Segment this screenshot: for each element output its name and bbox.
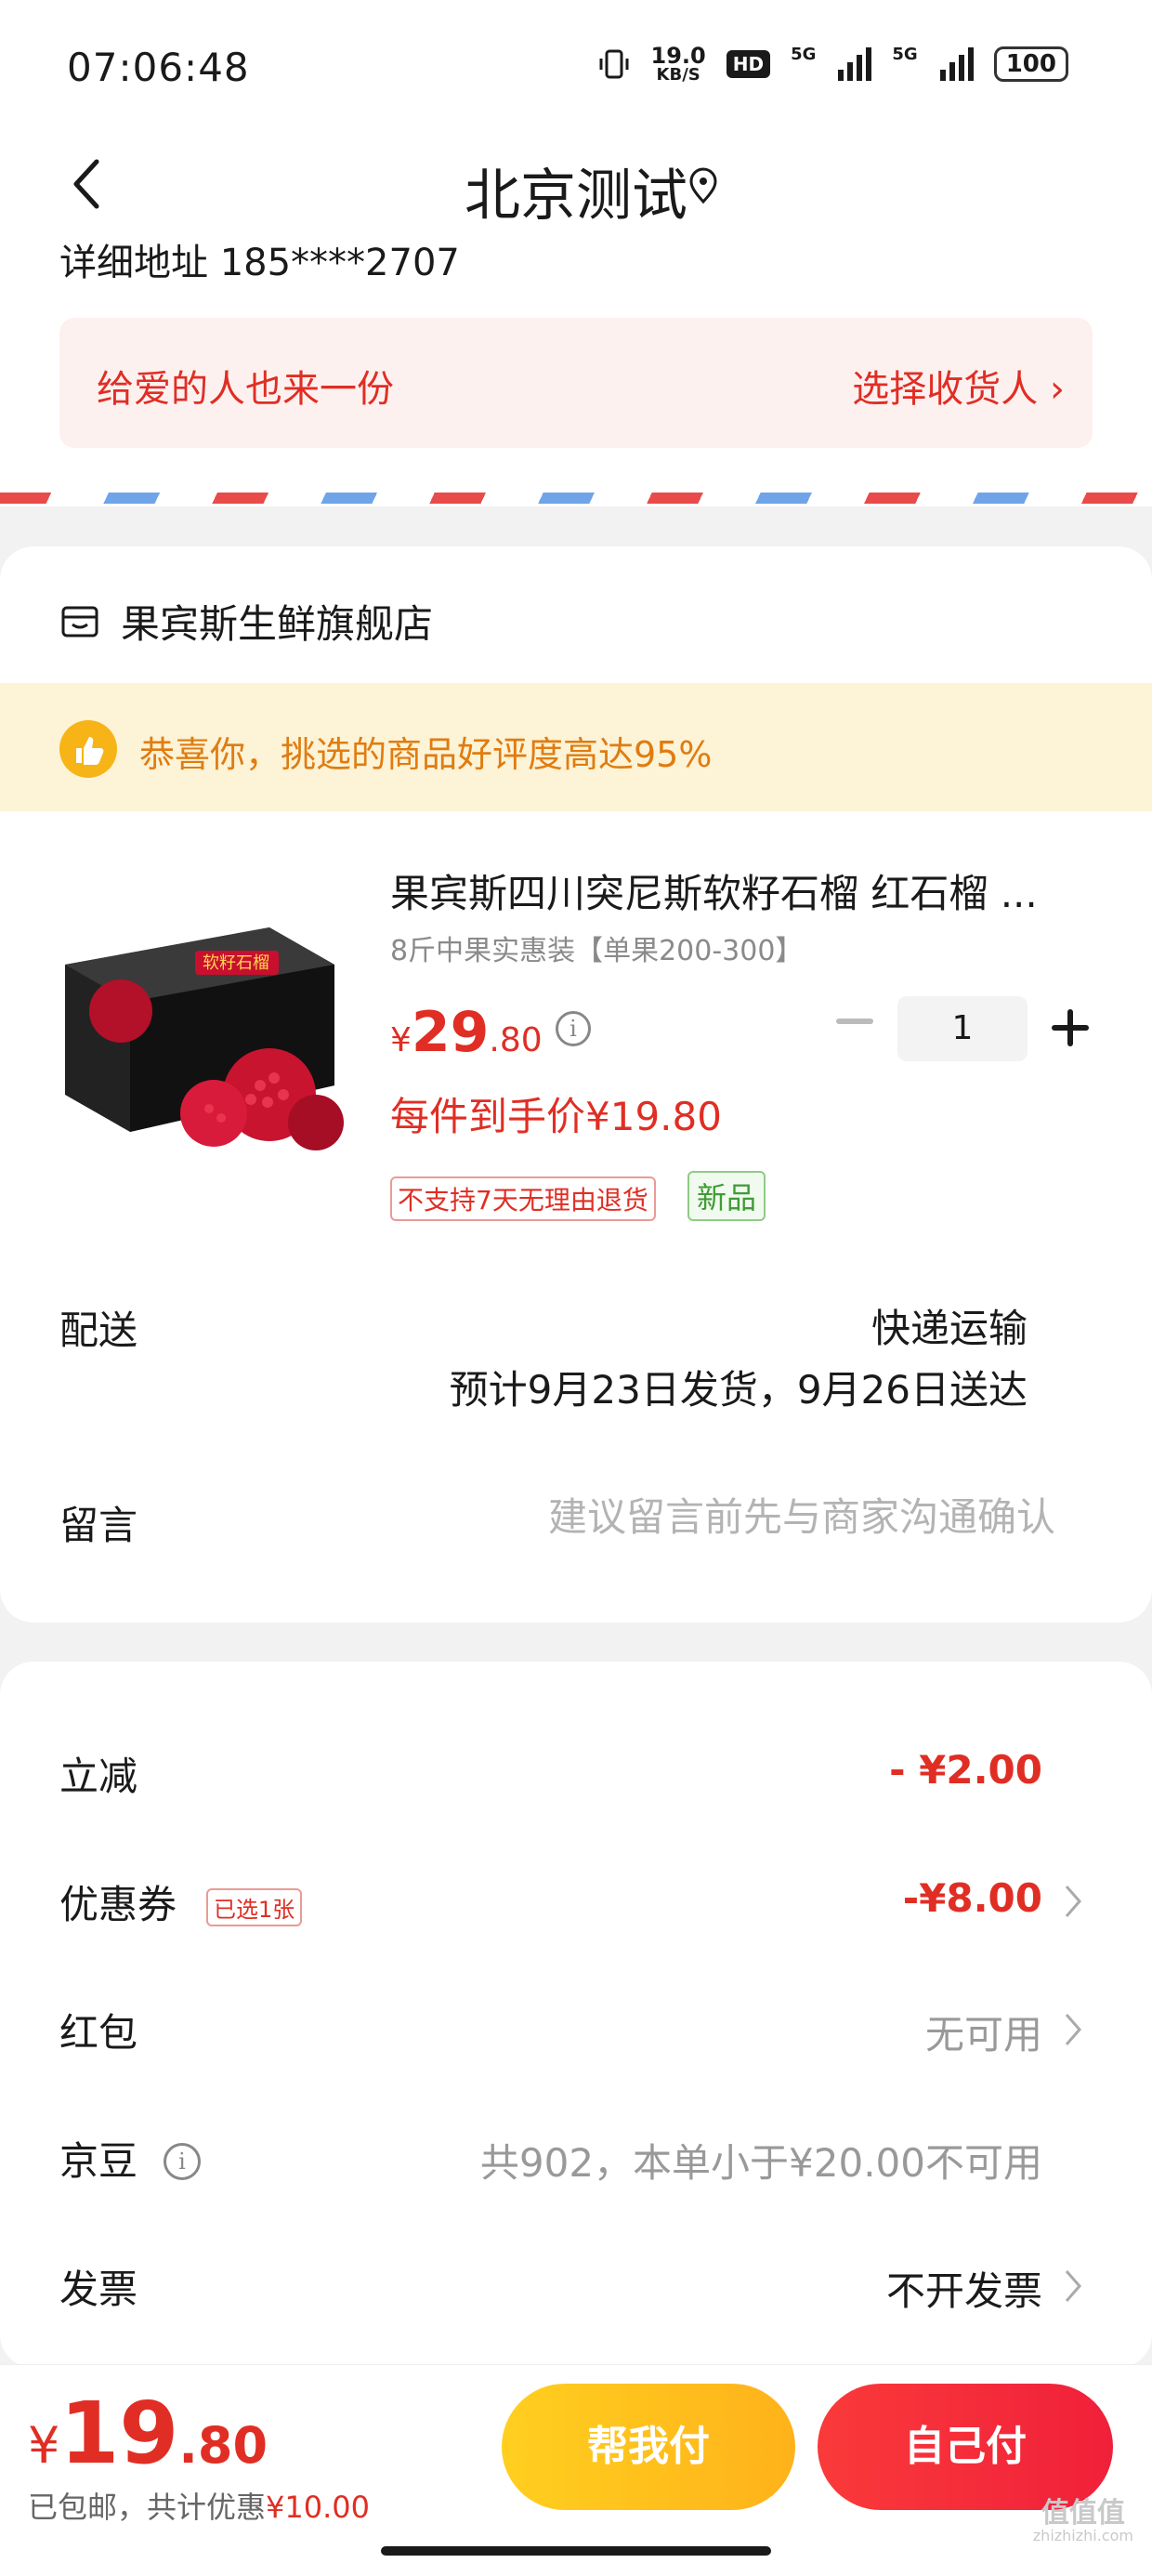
redpacket-label: 红包 bbox=[59, 2010, 138, 2056]
total-symbol: ¥ bbox=[28, 2416, 60, 2475]
page-title[interactable]: 北京测试 bbox=[0, 151, 1152, 231]
shipping-method[interactable]: 快递运输 bbox=[871, 1297, 1028, 1354]
praise-text: 恭喜你，挑选的商品好评度高达95% bbox=[139, 734, 713, 775]
select-recipient-link[interactable]: 选择收货人 › bbox=[852, 359, 1065, 413]
product-price: ¥ 29 .80 bbox=[390, 1000, 543, 1065]
quantity-input[interactable]: 1 bbox=[897, 996, 1028, 1061]
net-speed: 19.0 KB/S bbox=[651, 45, 706, 84]
net-speed-unit: KB/S bbox=[656, 65, 700, 85]
home-indicator[interactable] bbox=[381, 2546, 771, 2556]
self-pay-button[interactable]: 自己付 bbox=[818, 2384, 1113, 2510]
status-bar: 07:06:48 19.0 KB/S HD 5G 5G 100 bbox=[0, 0, 1152, 130]
instant-discount-label: 立减 bbox=[59, 1754, 138, 1799]
instant-discount-value: - ¥2.00 bbox=[889, 1747, 1042, 1793]
total-price: ¥ 19 .80 bbox=[28, 2384, 268, 2483]
total-integer: 19 bbox=[59, 2384, 179, 2483]
no-return-tag: 不支持7天无理由退货 bbox=[390, 1176, 656, 1221]
chevron-right-icon[interactable] bbox=[1063, 2267, 1083, 2305]
product-spec: 8斤中果实惠装【单果200-300】 bbox=[390, 935, 804, 967]
net-speed-value: 19.0 bbox=[650, 43, 706, 69]
sim1-label: 5G bbox=[791, 45, 817, 64]
jingdou-row: 京豆 i 共902，本单小于¥20.00不可用 bbox=[0, 2111, 1152, 2204]
watermark-main: 值值值 bbox=[1041, 2497, 1125, 2530]
minus-icon[interactable] bbox=[836, 1019, 873, 1024]
coupon-row[interactable]: 优惠券 已选1张 -¥8.00 bbox=[0, 1855, 1152, 1948]
watermark: 值值值 zhizhizhi.com bbox=[1033, 2500, 1133, 2544]
price-decimal: .80 bbox=[489, 1021, 543, 1059]
watermark-sub: zhizhizhi.com bbox=[1032, 2527, 1133, 2544]
gift-banner[interactable]: 给爱的人也来一份 选择收货人 › bbox=[59, 318, 1093, 448]
invoice-row[interactable]: 发票 不开发票 bbox=[0, 2240, 1152, 2333]
plus-icon[interactable] bbox=[1052, 1009, 1089, 1046]
chevron-right-icon[interactable] bbox=[1063, 2011, 1083, 2048]
price-symbol: ¥ bbox=[390, 1021, 412, 1059]
coupon-label: 优惠券 bbox=[59, 1882, 177, 1927]
vibrate-icon bbox=[599, 49, 629, 79]
message-input[interactable] bbox=[399, 1489, 1055, 1544]
airmail-stripe bbox=[0, 493, 1152, 504]
note-prefix: 已包邮，共计优惠 bbox=[28, 2490, 267, 2525]
coupon-value: -¥8.00 bbox=[902, 1875, 1042, 1921]
product-title[interactable]: 果宾斯四川突尼斯软籽石榴 红石榴 ... bbox=[390, 862, 1096, 919]
new-product-tag: 新品 bbox=[687, 1171, 766, 1221]
sim2-label: 5G bbox=[892, 45, 918, 64]
gift-text: 给爱的人也来一份 bbox=[97, 368, 394, 411]
help-pay-button[interactable]: 帮我付 bbox=[502, 2384, 795, 2510]
invoice-label: 发票 bbox=[59, 2267, 138, 2312]
discount-card: 立减 - ¥2.00 优惠券 已选1张 -¥8.00 红包 无可用 京豆 i 共… bbox=[0, 1662, 1152, 2368]
store-name[interactable]: 果宾斯生鲜旗舰店 bbox=[121, 593, 433, 650]
instant-discount-row: 立减 - ¥2.00 bbox=[0, 1727, 1152, 1820]
location-pin-icon[interactable] bbox=[687, 167, 719, 204]
svg-text:软籽石榴: 软籽石榴 bbox=[203, 953, 269, 973]
info-icon[interactable]: i bbox=[164, 2143, 201, 2180]
battery-icon: 100 bbox=[993, 46, 1068, 82]
nav-bar: 北京测试 bbox=[0, 130, 1152, 242]
redpacket-row[interactable]: 红包 无可用 bbox=[0, 1983, 1152, 2076]
note-amount: ¥10.00 bbox=[266, 2490, 370, 2525]
checkout-bar: ¥ 19 .80 已包邮，共计优惠¥10.00 帮我付 自己付 bbox=[0, 2364, 1152, 2576]
address-partial-line: 详细地址 185****2707 bbox=[59, 242, 460, 284]
price-integer: 29 bbox=[411, 1000, 490, 1065]
shipping-eta: 预计9月23日发货，9月26日送达 bbox=[449, 1367, 1028, 1413]
address-card: 详细地址 185****2707 给爱的人也来一份 选择收货人 › bbox=[0, 242, 1152, 506]
total-note: 已包邮，共计优惠¥10.00 bbox=[28, 2484, 370, 2527]
redpacket-value: 无可用 bbox=[924, 2012, 1042, 2057]
status-icons: 19.0 KB/S HD 5G 5G 100 bbox=[597, 45, 1068, 84]
thumbs-up-icon bbox=[59, 720, 117, 778]
signal-icon bbox=[838, 47, 872, 81]
invoice-value: 不开发票 bbox=[885, 2268, 1042, 2314]
info-icon[interactable]: i bbox=[556, 1011, 591, 1046]
store-icon bbox=[61, 606, 98, 637]
shipping-label: 配送 bbox=[59, 1308, 138, 1353]
signal-icon bbox=[939, 47, 974, 81]
chevron-right-icon[interactable] bbox=[1063, 1883, 1083, 1920]
total-decimal: .80 bbox=[178, 2416, 268, 2475]
message-label: 留言 bbox=[59, 1503, 138, 1548]
hd-badge: HD bbox=[726, 50, 771, 78]
net-price: 每件到手价¥19.80 bbox=[390, 1094, 722, 1139]
praise-banner: 恭喜你，挑选的商品好评度高达95% bbox=[0, 683, 1152, 811]
jingdou-label: 京豆 bbox=[59, 2138, 138, 2184]
status-time: 07:06:48 bbox=[67, 45, 250, 90]
product-image[interactable]: 软籽石榴 bbox=[56, 862, 362, 1169]
jingdou-value: 共902，本单小于¥20.00不可用 bbox=[479, 2140, 1042, 2186]
shop-card: 果宾斯生鲜旗舰店 恭喜你，挑选的商品好评度高达95% 软籽石榴 果宾斯四川突尼斯… bbox=[0, 546, 1152, 1623]
coupon-selected-tag: 已选1张 bbox=[206, 1888, 303, 1926]
